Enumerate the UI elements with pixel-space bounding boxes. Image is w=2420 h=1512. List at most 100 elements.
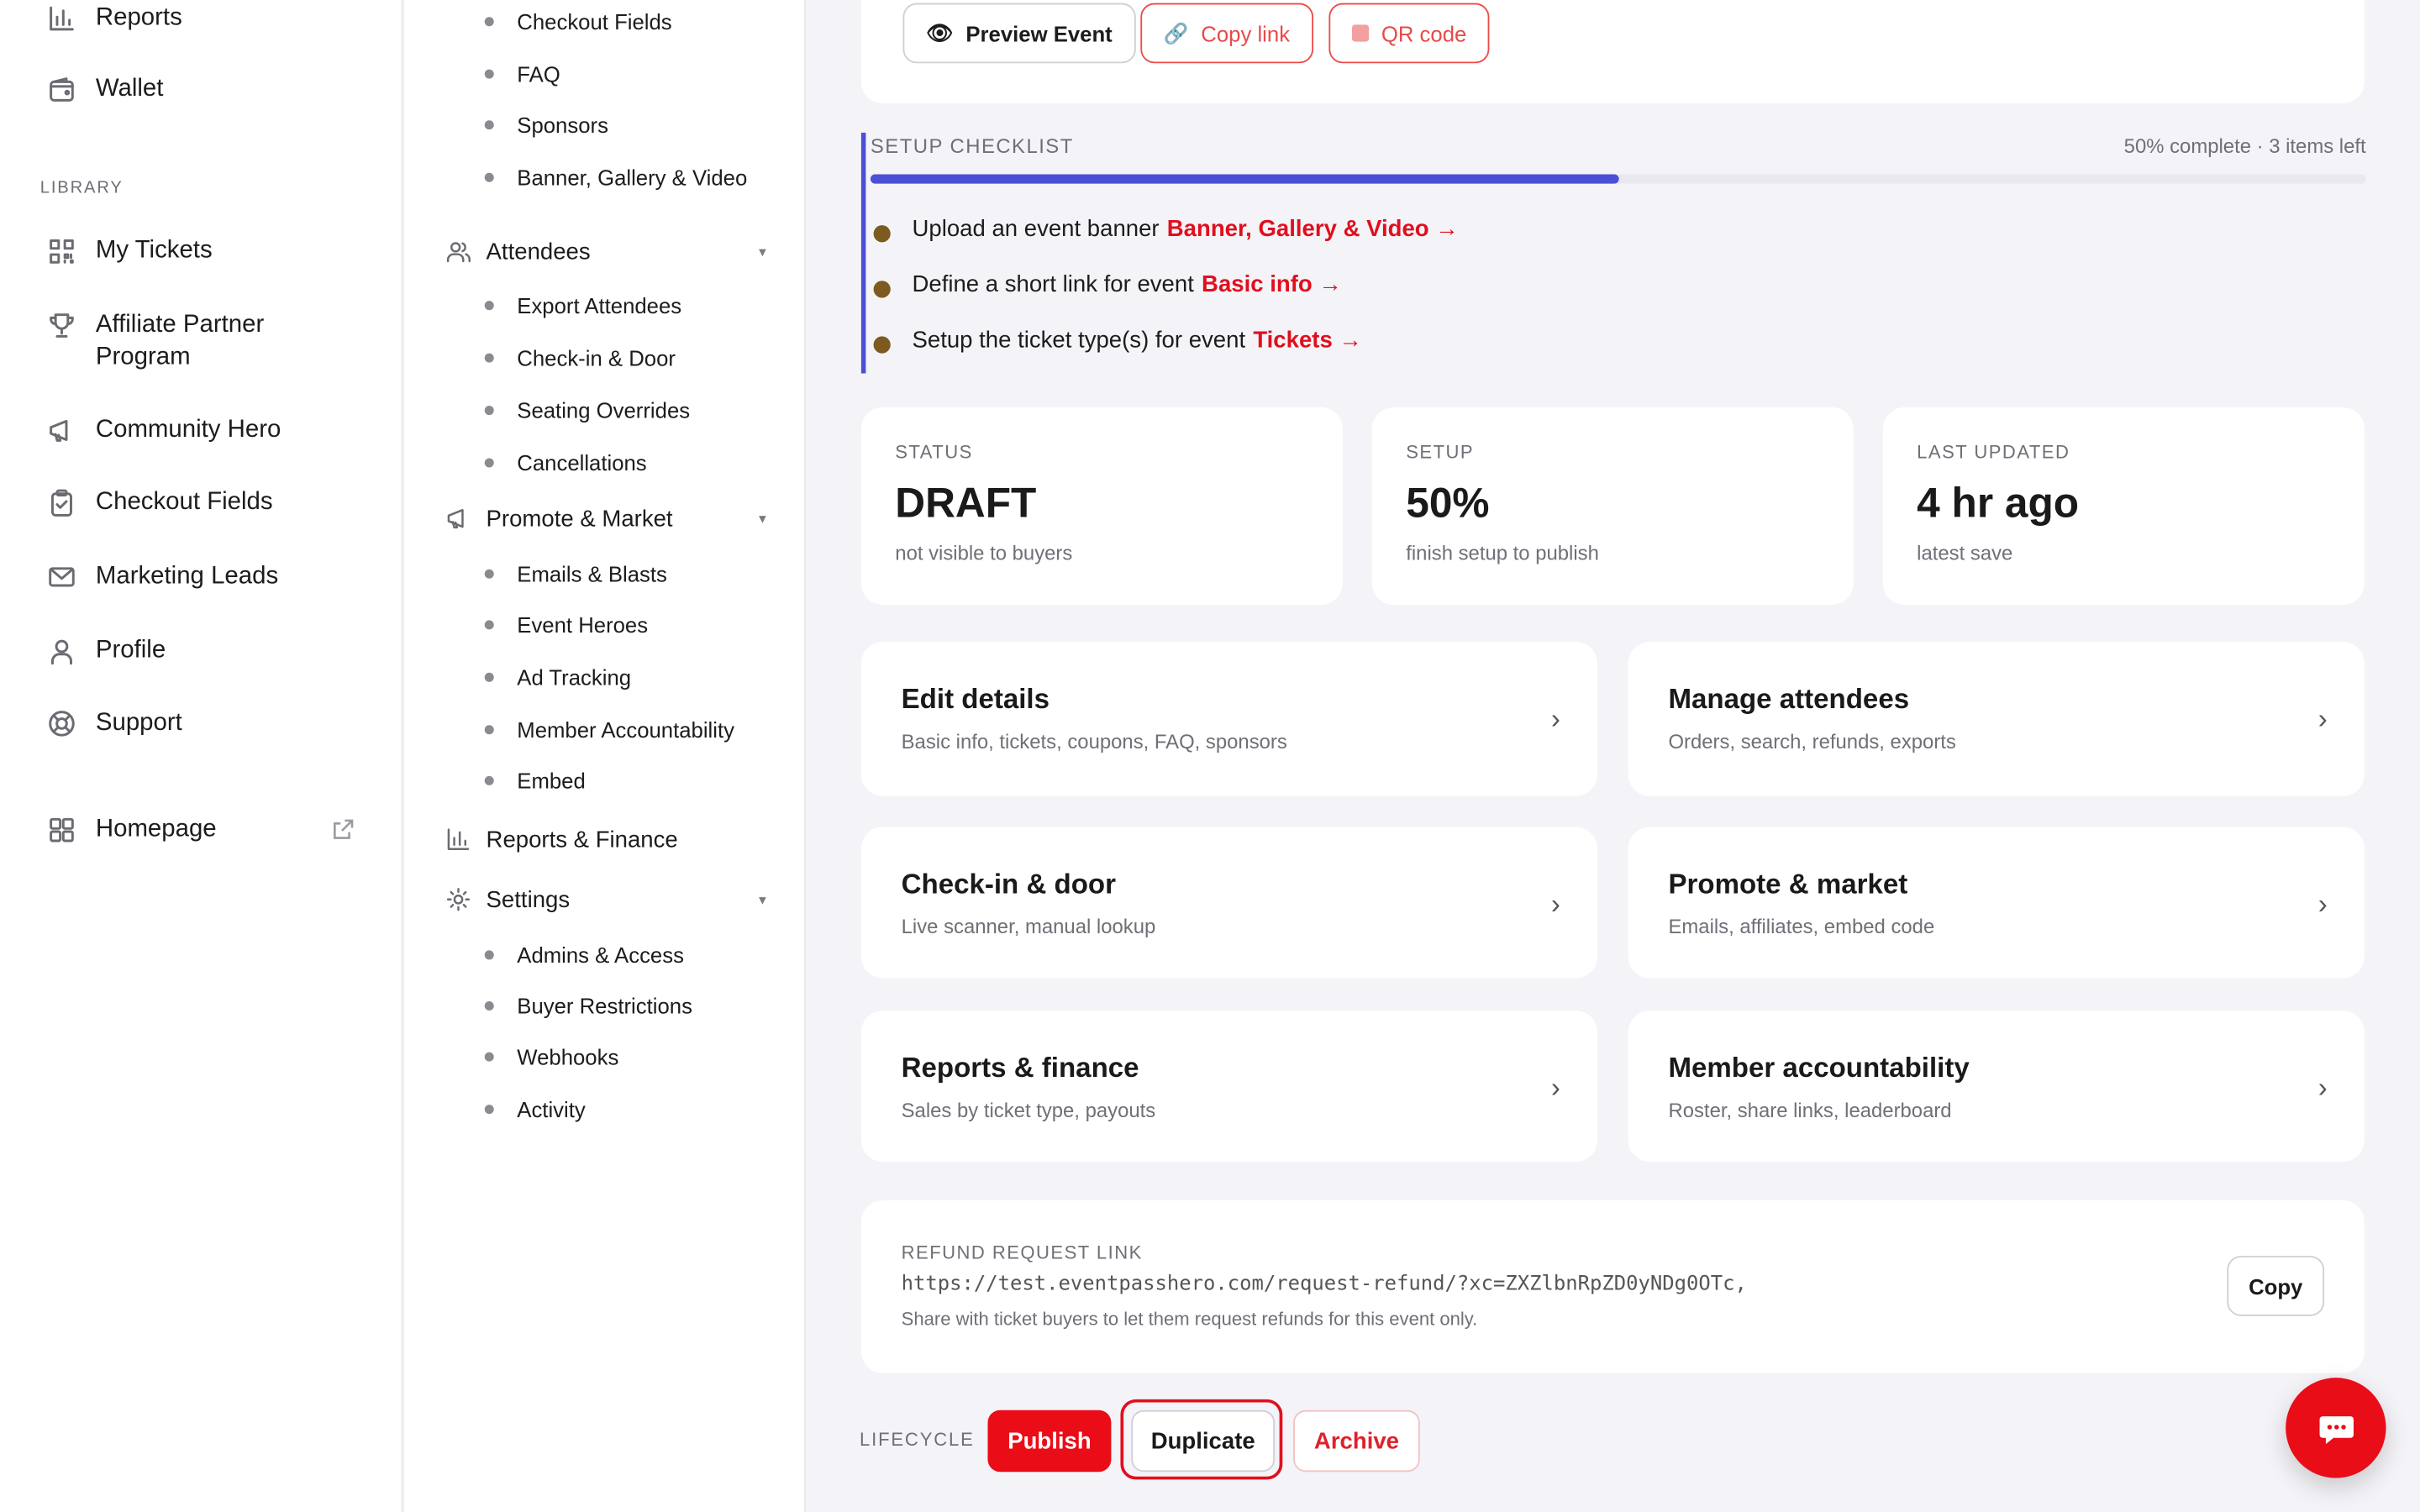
subnav-group-promote[interactable]: Promote & Market ▼ <box>445 505 769 533</box>
lifebuoy-icon <box>49 710 75 736</box>
manage-attendees-card[interactable]: Manage attendees Orders, search, refunds… <box>1628 642 2365 796</box>
checklist-title: SETUP CHECKLIST <box>870 134 1074 158</box>
sidebar-item-label: Support <box>95 709 182 737</box>
subnav-group-label: Settings <box>486 886 571 913</box>
duplicate-button[interactable]: Duplicate <box>1131 1410 1276 1473</box>
subnav-item-activity[interactable]: Activity <box>484 1097 586 1121</box>
subnav-item-cancellations[interactable]: Cancellations <box>484 450 647 475</box>
subnav-item-webhooks[interactable]: Webhooks <box>484 1044 619 1069</box>
card-title: Reports & finance <box>901 1052 1139 1084</box>
subnav-group-reports-finance[interactable]: Reports & Finance <box>445 826 769 853</box>
bar-chart-icon <box>447 828 470 850</box>
subnav-item-event-heroes[interactable]: Event Heroes <box>484 612 649 638</box>
megaphone-icon <box>447 508 464 529</box>
event-actions-card: 👁 Preview Event 🔗 Copy link QR code <box>860 0 2365 104</box>
subnav-item-member-accountability[interactable]: Member Accountability <box>484 717 734 742</box>
subnav-item-faq[interactable]: FAQ <box>484 61 560 87</box>
user-icon <box>50 638 72 664</box>
setup-card: SETUP 50% finish setup to publish <box>1371 407 1854 605</box>
refund-request-card: REFUND REQUEST LINK https://test.eventpa… <box>860 1200 2365 1373</box>
subnav-item-export-attendees[interactable]: Export Attendees <box>484 293 681 318</box>
bar-chart-icon <box>50 5 74 30</box>
chevron-down-icon: ▼ <box>756 892 769 907</box>
sidebar-item-wallet[interactable]: Wallet <box>46 72 163 105</box>
checklist-item-link[interactable]: Tickets → <box>1253 327 1362 353</box>
subnav-item-buyer-restrictions[interactable]: Buyer Restrictions <box>484 994 692 1018</box>
card-title: Check-in & door <box>901 869 1116 900</box>
publish-button[interactable]: Publish <box>987 1410 1112 1473</box>
stat-label: STATUS <box>895 441 973 464</box>
stat-note: not visible to buyers <box>895 541 1073 565</box>
label-line-1: Affiliate Partner <box>95 312 265 339</box>
chevron-right-icon: › <box>2317 703 2328 735</box>
bullet-dot <box>484 672 494 682</box>
last-updated-card: LAST UPDATED 4 hr ago latest save <box>1882 407 2365 605</box>
sidebar-item-support[interactable]: Support <box>46 706 182 739</box>
sidebar-item-profile[interactable]: Profile <box>46 634 166 667</box>
sidebar-item-my-tickets[interactable]: My Tickets <box>46 234 213 267</box>
bullet-dot <box>484 1105 494 1115</box>
sidebar-item-checkout-fields[interactable]: Checkout Fields <box>46 486 273 519</box>
bullet-dot <box>484 1052 494 1062</box>
bullet-dot <box>484 353 494 363</box>
external-link-icon[interactable] <box>332 817 355 841</box>
subnav-item-sponsors[interactable]: Sponsors <box>484 113 608 137</box>
refund-hint: Share with ticket buyers to let them req… <box>901 1308 1478 1331</box>
qr-code-button[interactable]: QR code <box>1328 3 1490 64</box>
subnav-item-label: Event Heroes <box>517 612 649 638</box>
edit-details-card[interactable]: Edit details Basic info, tickets, coupon… <box>860 642 1597 796</box>
checklist-item-link[interactable]: Basic info → <box>1202 271 1342 297</box>
checklist-item-text: Upload an event banner <box>912 216 1160 243</box>
subnav-item-label: Embed <box>517 768 586 794</box>
bullet-dot <box>484 775 494 785</box>
sidebar-item-label: Homepage <box>95 816 217 843</box>
sidebar-item-reports[interactable]: Reports <box>46 2 182 34</box>
grid-icon <box>50 816 74 842</box>
subnav-item-seating-overrides[interactable]: Seating Overrides <box>484 398 690 423</box>
check-in-door-card[interactable]: Check-in & door Live scanner, manual loo… <box>860 827 1597 979</box>
sidebar-item-marketing-leads[interactable]: Marketing Leads <box>46 560 278 593</box>
sidebar-item-label: Marketing Leads <box>95 563 279 590</box>
subnav-item-label: Admins & Access <box>517 942 684 968</box>
bullet-dot <box>484 569 494 579</box>
subnav-item-embed[interactable]: Embed <box>484 768 586 794</box>
subnav-item-label: Webhooks <box>517 1044 619 1069</box>
bullet-dot <box>484 17 494 27</box>
promote-market-card[interactable]: Promote & market Emails, affiliates, emb… <box>1628 827 2365 979</box>
archive-button[interactable]: Archive <box>1293 1410 1420 1473</box>
checklist-item-link[interactable]: Banner, Gallery & Video → <box>1167 216 1459 242</box>
subnav-item-label: Checkout Fields <box>517 9 672 34</box>
subnav-group-attendees[interactable]: Attendees ▼ <box>445 238 769 265</box>
preview-event-button[interactable]: 👁 Preview Event <box>902 3 1136 64</box>
chat-launcher-button[interactable] <box>2286 1378 2386 1478</box>
member-accountability-card[interactable]: Member accountability Roster, share link… <box>1628 1011 2365 1163</box>
subnav-item-admins-access[interactable]: Admins & Access <box>484 942 684 968</box>
subnav-group-settings[interactable]: Settings ▼ <box>445 885 769 913</box>
subnav-item-checkout-fields[interactable]: Checkout Fields <box>484 9 672 34</box>
subnav-item-ad-tracking[interactable]: Ad Tracking <box>484 665 631 690</box>
sidebar-item-affiliate[interactable]: Affiliate Partner Program <box>46 308 264 373</box>
card-desc: Orders, search, refunds, exports <box>1668 729 1956 753</box>
button-label: QR code <box>1381 20 1467 46</box>
card-desc: Live scanner, manual lookup <box>901 915 1156 938</box>
subnav-item-banner-gallery-video[interactable]: Banner, Gallery & Video <box>484 165 748 190</box>
library-heading: LIBRARY <box>39 179 124 198</box>
refund-url[interactable]: https://test.eventpasshero.com/request-r… <box>902 1273 1747 1296</box>
subnav-item-check-in-door[interactable]: Check-in & Door <box>484 345 676 370</box>
subnav-item-emails-blasts[interactable]: Emails & Blasts <box>484 562 667 586</box>
copy-refund-link-button[interactable]: Copy <box>2227 1256 2325 1316</box>
label-line-2: Program <box>95 344 191 370</box>
subnav-item-label: Banner, Gallery & Video <box>517 165 748 190</box>
stat-note: finish setup to publish <box>1406 541 1599 565</box>
sidebar-item-label: Checkout Fields <box>95 489 273 516</box>
copy-link-button[interactable]: 🔗 Copy link <box>1140 3 1313 64</box>
sidebar-item-homepage[interactable]: Homepage <box>46 813 217 846</box>
bullet-dot <box>484 950 494 960</box>
stat-label: SETUP <box>1406 441 1475 464</box>
sidebar-item-label: Wallet <box>95 75 164 102</box>
reports-finance-card[interactable]: Reports & finance Sales by ticket type, … <box>860 1011 1597 1163</box>
pending-dot <box>873 225 891 243</box>
checklist-item-text: Setup the ticket type(s) for event <box>912 327 1246 354</box>
bullet-dot <box>484 406 494 416</box>
sidebar-item-community-hero[interactable]: Community Hero <box>46 413 281 446</box>
